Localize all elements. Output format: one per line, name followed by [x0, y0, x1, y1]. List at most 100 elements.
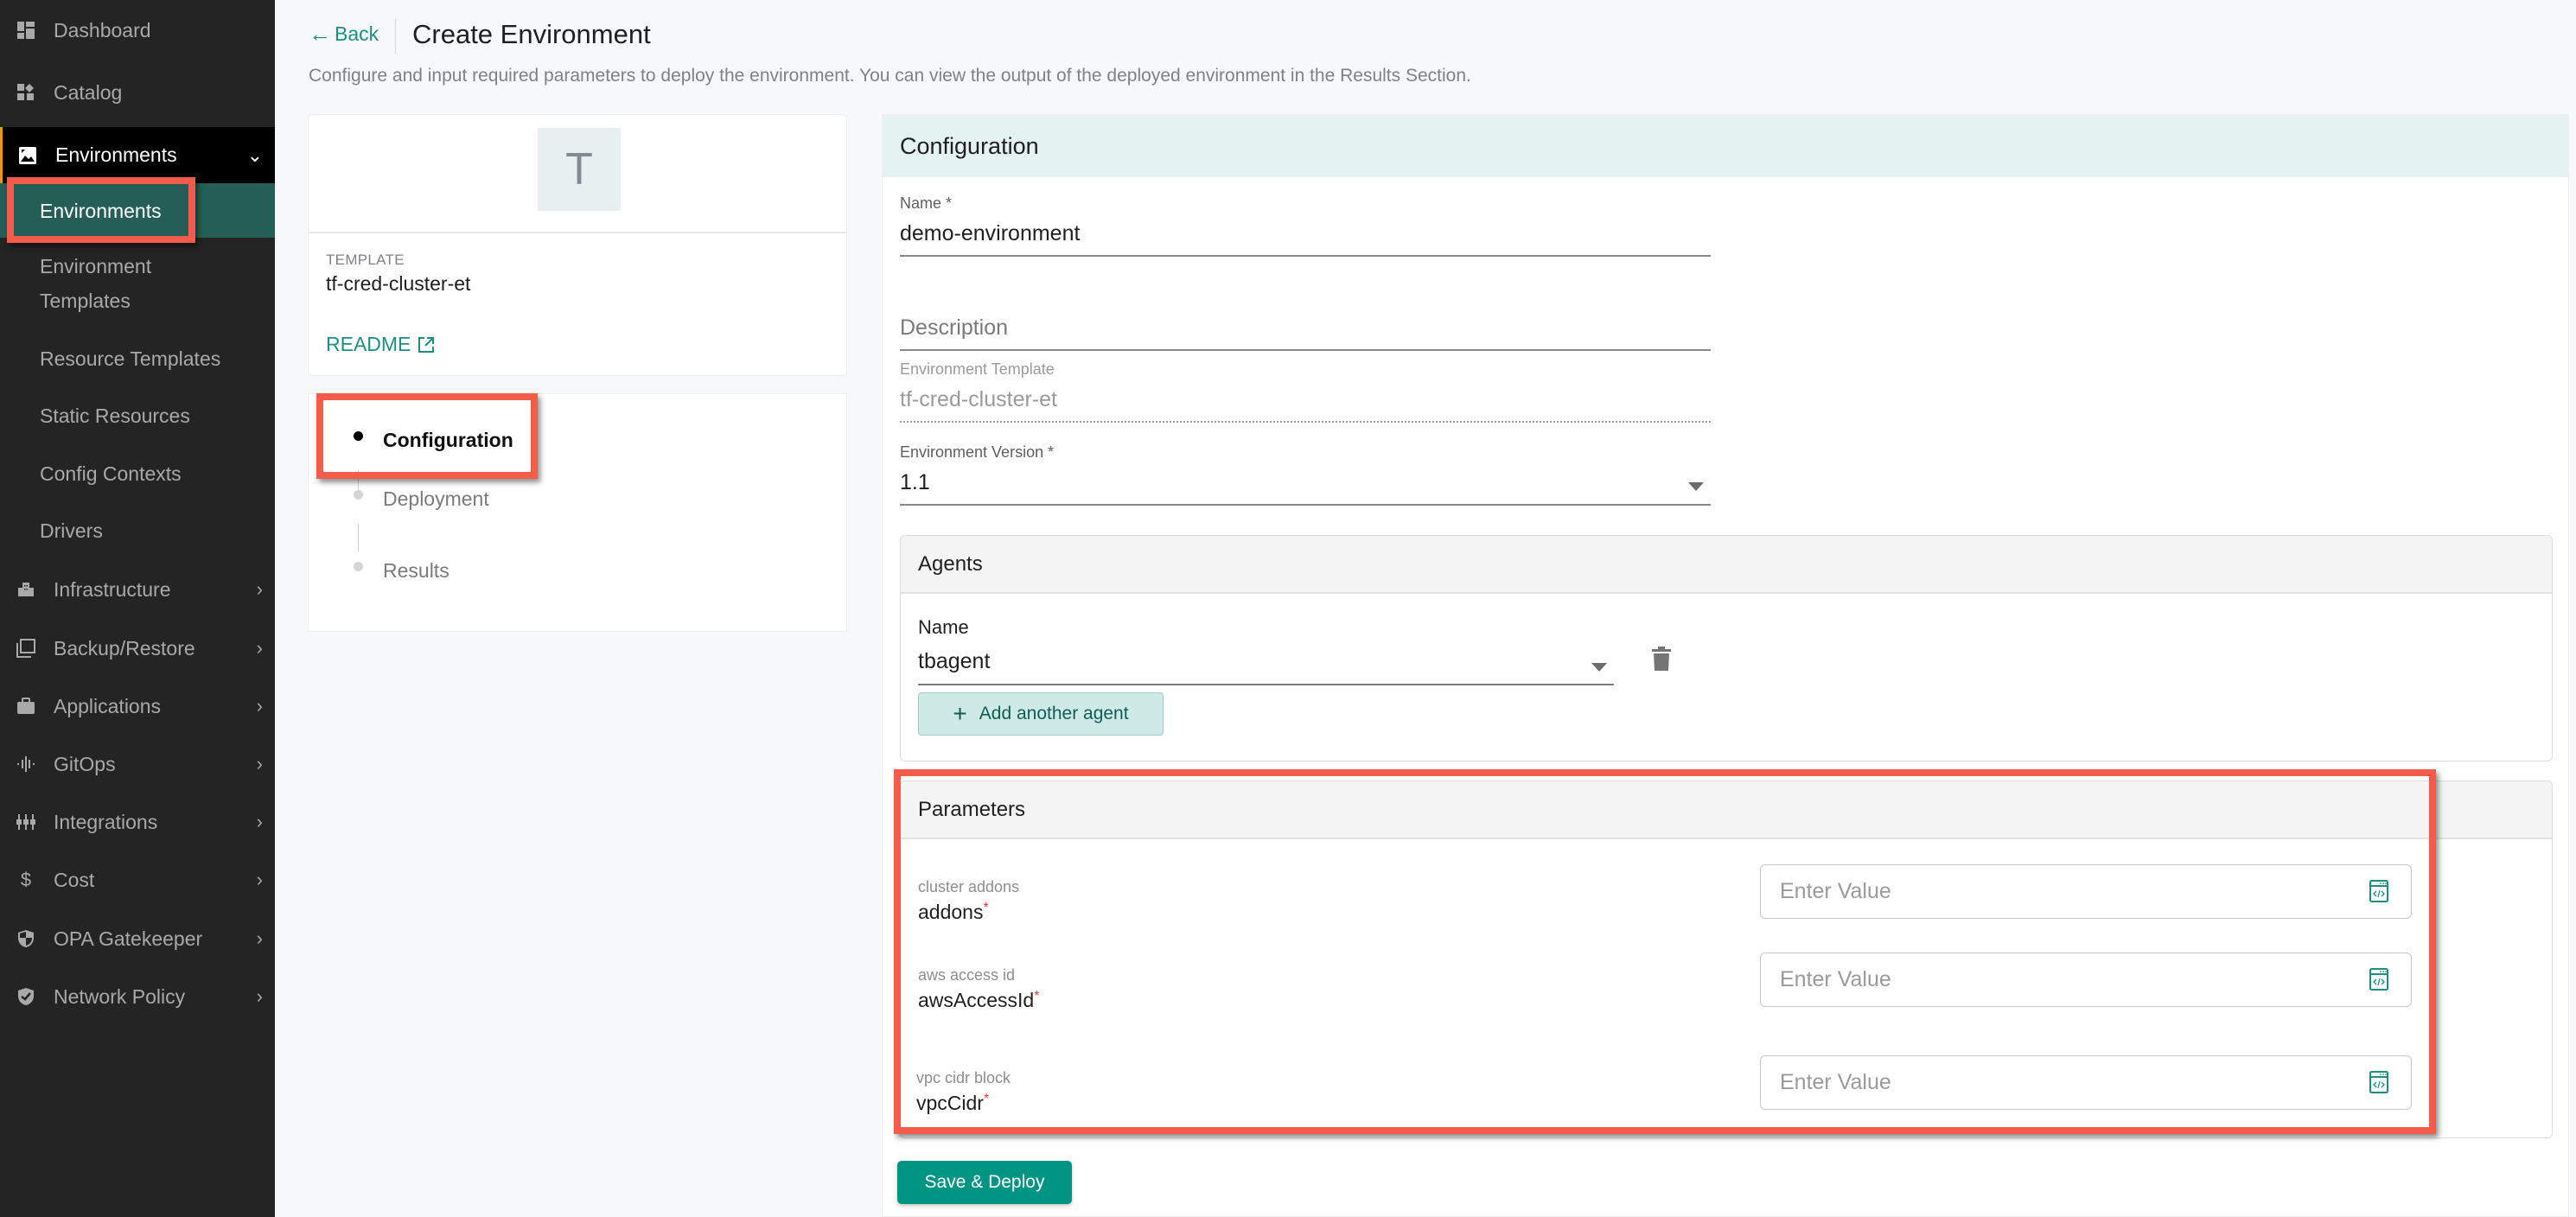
- param-value-input-awsaccessid[interactable]: Enter Value: [1760, 953, 2412, 1007]
- sidebar-item-integrations[interactable]: Integrations ›: [0, 793, 275, 851]
- sidebar-subitem-label: Static Resources: [40, 405, 190, 427]
- environment-template-field: Environment Template tf-cred-cluster-et: [900, 360, 1711, 423]
- template-card: T TEMPLATE tf-cred-cluster-et README: [308, 114, 847, 376]
- briefcase-icon: [16, 696, 36, 717]
- page-title: Create Environment: [412, 19, 651, 49]
- environment-version-field[interactable]: Environment Version * 1.1: [900, 443, 1711, 506]
- input-placeholder: Enter Value: [1780, 967, 1891, 991]
- environment-version-select[interactable]: 1.1: [900, 470, 1711, 506]
- sidebar-subitem-config-contexts[interactable]: Config Contexts: [0, 456, 275, 491]
- chevron-right-icon: ›: [256, 927, 263, 949]
- readme-link[interactable]: README: [326, 333, 435, 356]
- step-deployment[interactable]: Deployment: [354, 487, 489, 511]
- environment-version-value: 1.1: [900, 470, 930, 494]
- trash-icon: [1652, 647, 1671, 671]
- agents-title: Agents: [901, 536, 2552, 594]
- step-dot-icon: [354, 490, 363, 500]
- code-editor-icon[interactable]: [2369, 880, 2388, 908]
- description-input[interactable]: Description: [900, 315, 1711, 351]
- page-subtitle: Configure and input required parameters …: [309, 66, 1471, 86]
- catalog-icon: [16, 82, 36, 103]
- param-value-input-vpccidr[interactable]: Enter Value: [1760, 1055, 2412, 1110]
- param-value-input-addons[interactable]: Enter Value: [1760, 864, 2412, 919]
- description-field[interactable]: Description: [900, 303, 1711, 351]
- input-placeholder: Enter Value: [1780, 1070, 1891, 1094]
- arrow-left-icon: ←: [309, 21, 331, 47]
- sidebar-item-dashboard[interactable]: Dashboard: [0, 2, 275, 59]
- external-link-icon: [418, 336, 435, 353]
- sidebar-item-catalog[interactable]: Catalog: [0, 64, 275, 121]
- agent-select-value: tbagent: [918, 649, 991, 673]
- chevron-right-icon: ›: [256, 869, 263, 890]
- sidebar-subitem-label: Environment: [40, 255, 152, 277]
- step-label: Deployment: [383, 487, 489, 510]
- environment-template-label: Environment Template: [900, 360, 1055, 378]
- sidebar-subitem-static-resources[interactable]: Static Resources: [0, 398, 275, 433]
- step-results[interactable]: Results: [354, 559, 450, 583]
- sidebar-item-label: Catalog: [54, 80, 123, 104]
- sidebar-subitem-environments[interactable]: Environments: [0, 183, 275, 238]
- environment-version-label: Environment Version *: [900, 443, 1055, 461]
- chevron-right-icon: ›: [256, 637, 263, 659]
- sidebar-subitem-label: Resource Templates: [40, 347, 221, 370]
- step-configuration[interactable]: Configuration: [354, 429, 513, 452]
- chevron-down-icon: ⌄: [246, 143, 263, 166]
- sidebar-subitem-label: Drivers: [40, 519, 103, 542]
- sidebar-subitem-label: Config Contexts: [40, 462, 182, 485]
- gitops-icon: [16, 754, 36, 774]
- param-description: cluster addons: [918, 878, 1020, 895]
- agents-panel: Agents Name tbagent + Add another agent: [900, 535, 2553, 761]
- param-name-text: addons: [918, 901, 984, 923]
- sidebar-item-label: Dashboard: [54, 18, 151, 41]
- sidebar-item-label: Integrations: [54, 810, 158, 833]
- sidebar-item-label: Environments: [55, 143, 177, 166]
- code-editor-icon[interactable]: [2369, 968, 2388, 997]
- sidebar-item-opa-gatekeeper[interactable]: OPA Gatekeeper ›: [0, 910, 275, 967]
- sidebar-item-label: Infrastructure: [54, 577, 171, 601]
- back-label: Back: [335, 22, 379, 45]
- save-deploy-button[interactable]: Save & Deploy: [897, 1161, 1072, 1204]
- back-link[interactable]: ← Back: [309, 21, 379, 48]
- add-agent-label: Add another agent: [979, 704, 1129, 723]
- sidebar-item-label: GitOps: [54, 752, 116, 775]
- sidebar-subitem-resource-templates[interactable]: Resource Templates: [0, 341, 275, 376]
- sidebar-subitem-environment-templates[interactable]: Environment Templates: [0, 249, 275, 318]
- dropdown-arrow-icon[interactable]: [1688, 482, 1704, 491]
- sidebar-item-backup-restore[interactable]: Backup/Restore ›: [0, 620, 275, 677]
- add-agent-button[interactable]: + Add another agent: [918, 692, 1164, 736]
- sidebar-item-cost[interactable]: $ Cost ›: [0, 851, 275, 908]
- divider: [309, 232, 846, 233]
- sidebar-item-label: Backup/Restore: [54, 636, 195, 659]
- parameters-panel: Parameters cluster addons addons* Enter …: [900, 781, 2553, 1138]
- sidebar-item-infrastructure[interactable]: Infrastructure ›: [0, 561, 275, 618]
- chevron-right-icon: ›: [256, 985, 263, 1007]
- parameters-title: Parameters: [901, 781, 2552, 839]
- param-name-text: awsAccessId: [918, 989, 1035, 1011]
- step-dot-icon: [354, 431, 363, 441]
- environments-icon: [17, 145, 38, 166]
- dropdown-arrow-icon[interactable]: [1591, 663, 1607, 672]
- chevron-right-icon: ›: [256, 578, 263, 600]
- integrations-icon: [16, 812, 36, 832]
- backup-icon: [16, 638, 36, 659]
- name-field[interactable]: Name * demo-environment: [900, 194, 1711, 257]
- dashboard-icon: [16, 20, 36, 41]
- stepper: Configuration Deployment Results: [308, 393, 847, 632]
- name-input[interactable]: demo-environment: [900, 221, 1711, 257]
- sidebar-item-applications[interactable]: Applications ›: [0, 678, 275, 735]
- sidebar-item-environments[interactable]: Environments ⌄: [0, 127, 275, 183]
- configuration-panel: Configuration Name * demo-environment De…: [882, 114, 2569, 1217]
- chevron-right-icon: ›: [256, 695, 263, 717]
- sidebar-subitem-drivers[interactable]: Drivers: [0, 513, 275, 548]
- code-editor-icon[interactable]: [2369, 1071, 2388, 1099]
- sidebar-item-label: Cost: [54, 868, 95, 891]
- input-placeholder: Enter Value: [1780, 879, 1891, 903]
- param-name: addons*: [918, 901, 989, 924]
- delete-agent-button[interactable]: [1652, 647, 1671, 675]
- template-name: tf-cred-cluster-et: [326, 272, 471, 295]
- step-label: Results: [383, 559, 450, 582]
- sidebar-subitem-label: Environments: [40, 199, 162, 222]
- agent-select[interactable]: tbagent: [918, 644, 1614, 685]
- sidebar-item-gitops[interactable]: GitOps ›: [0, 736, 275, 793]
- sidebar-item-network-policy[interactable]: Network Policy ›: [0, 968, 275, 1025]
